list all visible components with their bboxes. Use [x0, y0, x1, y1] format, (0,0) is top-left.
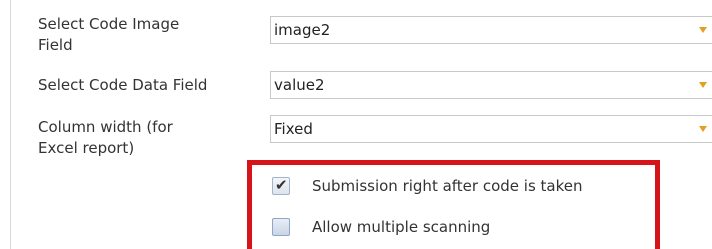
panel-divider	[10, 0, 11, 249]
allow-multiple-scanning-label[interactable]: Allow multiple scanning	[312, 216, 490, 238]
column-width-value: Fixed	[274, 120, 313, 138]
chevron-down-icon[interactable]	[699, 126, 707, 132]
submission-after-code-checkbox[interactable]: ✔	[272, 176, 290, 195]
chevron-down-icon[interactable]	[699, 82, 707, 88]
form-panel: Select Code Image Field image2 Select Co…	[0, 0, 712, 249]
code-image-field-select[interactable]: image2	[270, 16, 712, 44]
checkmark-icon: ✔	[275, 176, 288, 194]
column-width-select[interactable]: Fixed	[270, 115, 712, 143]
column-width-label: Column width (for Excel report)	[38, 118, 173, 157]
code-data-field-label: Select Code Data Field	[38, 76, 208, 94]
code-data-field-select[interactable]: value2	[270, 71, 712, 99]
allow-multiple-scanning-checkbox[interactable]	[272, 218, 290, 236]
code-image-field-label: Select Code Image Field	[38, 15, 180, 54]
chevron-down-icon[interactable]	[699, 27, 707, 33]
submission-after-code-label[interactable]: Submission right after code is taken	[312, 175, 583, 197]
code-data-field-value: value2	[274, 76, 325, 94]
code-image-field-value: image2	[274, 21, 331, 39]
